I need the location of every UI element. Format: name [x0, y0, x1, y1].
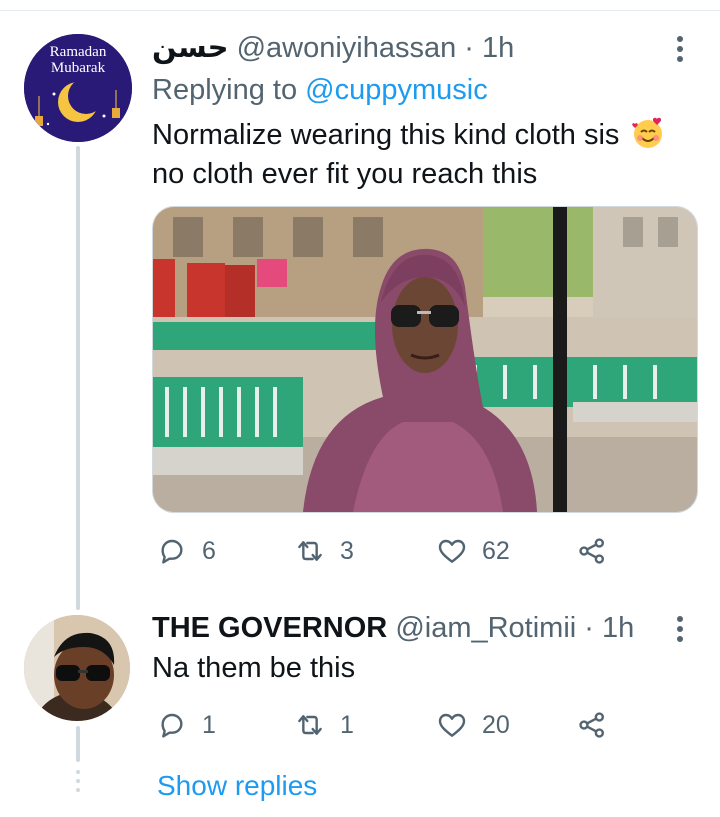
share-icon — [579, 538, 604, 564]
separator: · — [456, 32, 483, 64]
like-count-2: 20 — [482, 710, 510, 739]
tweet-text: Normalize wearing this kind cloth sis — [152, 119, 620, 151]
replying-handle-link[interactable]: @cuppymusic — [305, 74, 488, 106]
thread-line — [76, 146, 80, 610]
avatar-text-line2: Mubarak — [50, 60, 106, 76]
more-options-icon-2[interactable] — [676, 616, 684, 646]
tweet-text-line1: Normalize wearing this kind cloth sis — [152, 116, 665, 153]
retweet-count-2: 1 — [340, 710, 354, 739]
avatar-text-line1: Ramadan — [49, 44, 107, 60]
tweet-header-2: THE GOVERNOR @iam_Rotimii · 1h — [152, 610, 634, 646]
avatar-2[interactable] — [24, 615, 130, 721]
reply-count-2: 1 — [202, 710, 216, 739]
display-name[interactable]: حسن — [152, 32, 229, 64]
retweet-count: 3 — [340, 536, 354, 565]
heart-icon — [438, 713, 466, 737]
tweet-actions-2: 1 1 20 — [152, 708, 672, 742]
profile-photo — [24, 615, 130, 721]
photo-woman-in-hijab — [153, 207, 697, 512]
retweet-icon — [298, 715, 322, 735]
share-button-2[interactable] — [576, 708, 608, 742]
tweet-photo[interactable] — [152, 206, 698, 513]
smiling-face-with-hearts-icon — [632, 117, 663, 148]
share-icon — [579, 712, 604, 738]
retweet-button[interactable]: 3 — [294, 534, 354, 568]
top-divider — [0, 10, 720, 11]
share-button[interactable] — [576, 534, 608, 568]
replying-label: Replying to — [152, 74, 298, 106]
reply-button[interactable]: 6 — [156, 534, 216, 568]
avatar[interactable]: Ramadan Mubarak — [24, 34, 132, 142]
retweet-button-2[interactable]: 1 — [294, 708, 354, 742]
like-button[interactable]: 62 — [436, 534, 510, 568]
reply-icon — [161, 713, 183, 738]
thread-line-2 — [76, 726, 80, 762]
display-name-2[interactable]: THE GOVERNOR — [152, 612, 387, 644]
heart-icon — [438, 539, 466, 563]
timestamp[interactable]: 1h — [482, 32, 514, 64]
tweet-actions: 6 3 62 — [152, 534, 672, 568]
reply-button-2[interactable]: 1 — [156, 708, 216, 742]
replying-to: Replying to @cuppymusic — [152, 72, 488, 108]
handle[interactable]: @awoniyihassan — [237, 32, 457, 64]
separator-2: · — [576, 612, 603, 644]
show-replies-link[interactable]: Show replies — [157, 770, 317, 802]
tweet-text-line2: no cloth ever fit you reach this — [152, 158, 538, 190]
more-options-icon[interactable] — [676, 36, 684, 66]
retweet-icon — [298, 541, 322, 561]
like-button-2[interactable]: 20 — [436, 708, 510, 742]
timestamp-2[interactable]: 1h — [602, 612, 634, 644]
handle-2[interactable]: @iam_Rotimii — [395, 612, 576, 644]
reply-icon — [161, 539, 183, 564]
tweet-text-2: Na them be this — [152, 652, 356, 684]
reply-count: 6 — [202, 536, 216, 565]
thread-continuation-dots — [76, 770, 80, 797]
like-count: 62 — [482, 536, 510, 565]
tweet-header: حسن @awoniyihassan · 1h — [152, 30, 514, 66]
